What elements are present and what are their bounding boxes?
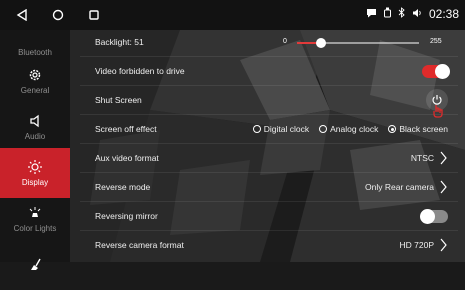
screen-off-effect-options: Digital clock Analog clock Black screen — [247, 124, 448, 134]
video-forbidden-toggle[interactable] — [422, 63, 450, 79]
reversing-mirror-toggle[interactable] — [420, 208, 448, 224]
toggle-knob — [420, 208, 435, 224]
radio-dot — [388, 125, 397, 133]
sidebar-item-general[interactable]: General — [0, 56, 70, 106]
radio-analog-clock[interactable]: Analog clock — [319, 124, 378, 134]
reverse-mode-value: Only Rear camera — [365, 182, 434, 192]
shut-screen-label: Shut Screen — [95, 95, 142, 105]
light-icon — [28, 205, 42, 221]
reversing-mirror-label: Reversing mirror — [95, 211, 158, 221]
chat-bubble-icon — [366, 7, 377, 21]
chevron-right-icon — [440, 180, 447, 194]
reverse-camera-format-value: HD 720P — [399, 240, 435, 250]
screen-off-effect-label: Screen off effect — [95, 124, 157, 134]
reverse-camera-format-row[interactable]: Reverse camera format HD 720P — [80, 231, 458, 259]
radio-label: Digital clock — [263, 124, 310, 134]
clock-time: 02:38 — [428, 7, 459, 21]
sidebar-item-more[interactable] — [0, 240, 70, 290]
volume-icon — [412, 7, 423, 21]
toggle-knob — [435, 63, 450, 79]
chevron-right-icon — [440, 238, 447, 252]
radio-digital-clock[interactable]: Digital clock — [252, 124, 310, 134]
reverse-camera-format-label: Reverse camera format — [95, 240, 184, 250]
sidebar-item-label: General — [20, 86, 50, 95]
sidebar-item-display[interactable]: Display — [0, 148, 70, 198]
video-forbidden-label: Video forbidden to drive — [95, 66, 185, 76]
shut-screen-row: Shut Screen — [80, 86, 458, 118]
aux-video-format-label: Aux video format — [95, 153, 159, 163]
radio-dot — [319, 125, 328, 133]
reverse-mode-label: Reverse mode — [95, 182, 151, 192]
settings-sidebar: Bluetooth General Audio Display Color Li… — [0, 30, 70, 270]
backlight-slider-thumb[interactable] — [316, 38, 327, 48]
reverse-mode-row[interactable]: Reverse mode Only Rear camera — [80, 173, 458, 202]
sun-icon — [27, 159, 43, 175]
reversing-mirror-row: Reversing mirror — [80, 202, 458, 231]
aux-video-format-row[interactable]: Aux video format NTSC — [80, 144, 458, 173]
usb-icon — [383, 7, 392, 21]
video-forbidden-row: Video forbidden to drive — [80, 57, 458, 86]
radio-black-screen[interactable]: Black screen — [388, 124, 448, 134]
sidebar-item-label: Display — [21, 178, 49, 187]
gear-icon — [28, 67, 42, 83]
radio-label: Analog clock — [330, 124, 379, 134]
sidebar-item-label: Audio — [24, 132, 46, 141]
sidebar-item-label: Color Lights — [13, 224, 57, 233]
status-indicators: 02:38 — [366, 7, 459, 21]
recent-square-icon[interactable] — [84, 5, 104, 25]
sidebar-item-audio[interactable]: Audio — [0, 102, 70, 152]
speaker-icon — [29, 113, 41, 129]
broom-icon — [28, 256, 42, 272]
bluetooth-icon — [398, 7, 406, 21]
radio-dot — [252, 125, 261, 133]
backlight-slider-area — [0, 29, 465, 57]
sidebar-item-color-lights[interactable]: Color Lights — [0, 194, 70, 244]
aux-video-format-value: NTSC — [410, 153, 434, 163]
screen-off-effect-row: Screen off effect Digital clock Analog c… — [80, 115, 458, 144]
chevron-right-icon — [440, 151, 447, 165]
radio-label: Black screen — [399, 124, 448, 134]
backlight-slider[interactable] — [297, 38, 419, 48]
